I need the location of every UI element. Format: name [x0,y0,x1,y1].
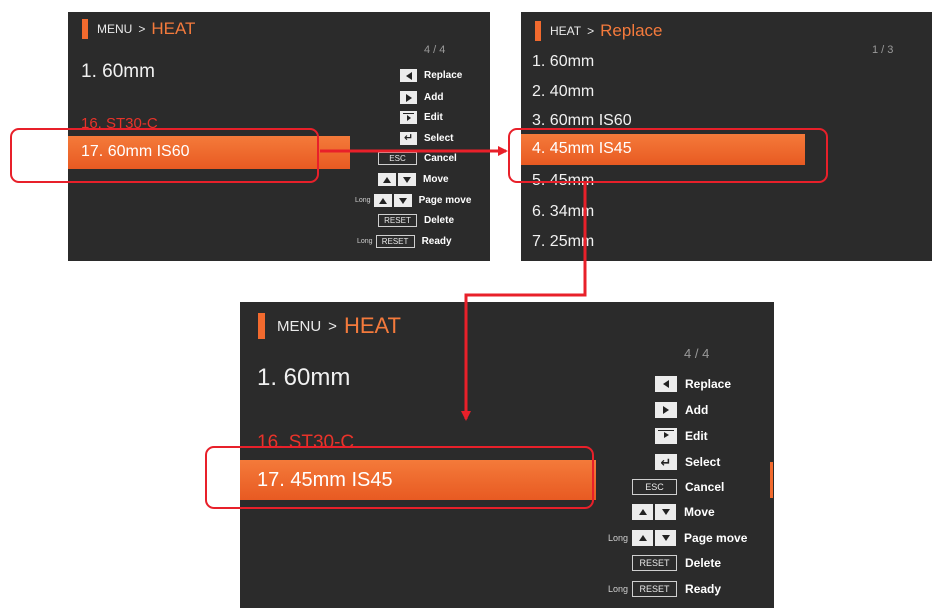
reset-key-icon: RESET [632,581,678,597]
breadcrumb: MENU > HEAT [82,19,195,39]
enter-key-icon: ↵ [400,132,417,145]
legend-add: Add [655,402,708,418]
legend-cancel: ESC Cancel [378,152,457,165]
legend-select: ↵ Select [400,132,453,145]
legend-move: Move [632,504,715,520]
esc-key-icon: ESC [632,479,677,495]
breadcrumb-parent: MENU [277,317,322,335]
up-arrow-key-icon [632,504,653,520]
left-arrow-key-icon [655,376,677,392]
breadcrumb-current: Replace [600,21,663,40]
reset-key-icon: RESET [375,235,415,248]
long-press-label: Long [608,584,629,594]
legend-edit: Edit [655,428,708,444]
page-indicator: 1 / 3 [872,44,894,56]
legend-ready: Long RESET Ready [357,235,452,248]
legend-move: Move [378,173,449,186]
up-arrow-key-icon [378,173,396,186]
esc-key-icon: ESC [378,152,417,165]
breadcrumb-separator: > [138,22,146,36]
breadcrumb: MENU > HEAT [258,313,401,339]
breadcrumb-separator: > [587,24,595,38]
down-arrow-key-icon [398,173,416,186]
title-accent-bar [82,19,88,39]
page-indicator: 4 / 4 [424,44,446,56]
edit-key-icon [400,111,417,124]
up-arrow-key-icon [632,530,654,546]
breadcrumb-parent: MENU [97,22,133,36]
down-arrow-key-icon [655,504,676,520]
page-indicator: 4 / 4 [684,346,710,361]
title-accent-bar [535,21,541,41]
list-item[interactable]: 6. 34mm [532,203,594,221]
legend-edit: Edit [400,111,443,124]
right-arrow-key-icon [400,91,417,104]
breadcrumb-parent: HEAT [550,24,582,38]
legend-page-move: Long Page move [355,194,472,207]
list-item[interactable]: 1. 60mm [532,53,594,71]
scrollbar-indicator [770,462,773,498]
long-press-label: Long [357,238,373,245]
list-item[interactable]: 1. 60mm [81,61,155,83]
breadcrumb-current: HEAT [151,19,196,38]
legend-page-move: Long Page move [608,530,748,546]
list-item[interactable]: 1. 60mm [257,364,350,392]
legend-delete: RESET Delete [632,555,721,571]
legend-select: ↵ Select [655,454,720,470]
callout-box-original-item [10,128,319,183]
breadcrumb-separator: > [328,317,337,335]
breadcrumb: HEAT > Replace [535,21,663,41]
breadcrumb-current: HEAT [343,313,401,338]
down-arrow-key-icon [655,530,677,546]
legend-replace: Replace [400,69,462,82]
title-accent-bar [258,313,265,339]
up-arrow-key-icon [373,194,392,207]
down-arrow-key-icon [393,194,412,207]
long-press-label: Long [355,197,371,204]
legend-ready: Long RESET Ready [608,581,722,597]
reset-key-icon: RESET [632,555,677,571]
enter-key-icon: ↵ [655,454,677,470]
legend-add: Add [400,91,443,104]
list-item[interactable]: 2. 40mm [532,83,594,101]
callout-box-result-item [205,446,594,509]
callout-box-replacement-item [508,128,828,183]
legend-delete: RESET Delete [378,214,454,227]
list-item[interactable]: 7. 25mm [532,233,594,251]
legend-cancel: ESC Cancel [632,479,724,495]
edit-key-icon [655,428,677,444]
reset-key-icon: RESET [378,214,417,227]
left-arrow-key-icon [400,69,417,82]
right-arrow-key-icon [655,402,677,418]
long-press-label: Long [608,533,629,543]
legend-replace: Replace [655,376,731,392]
